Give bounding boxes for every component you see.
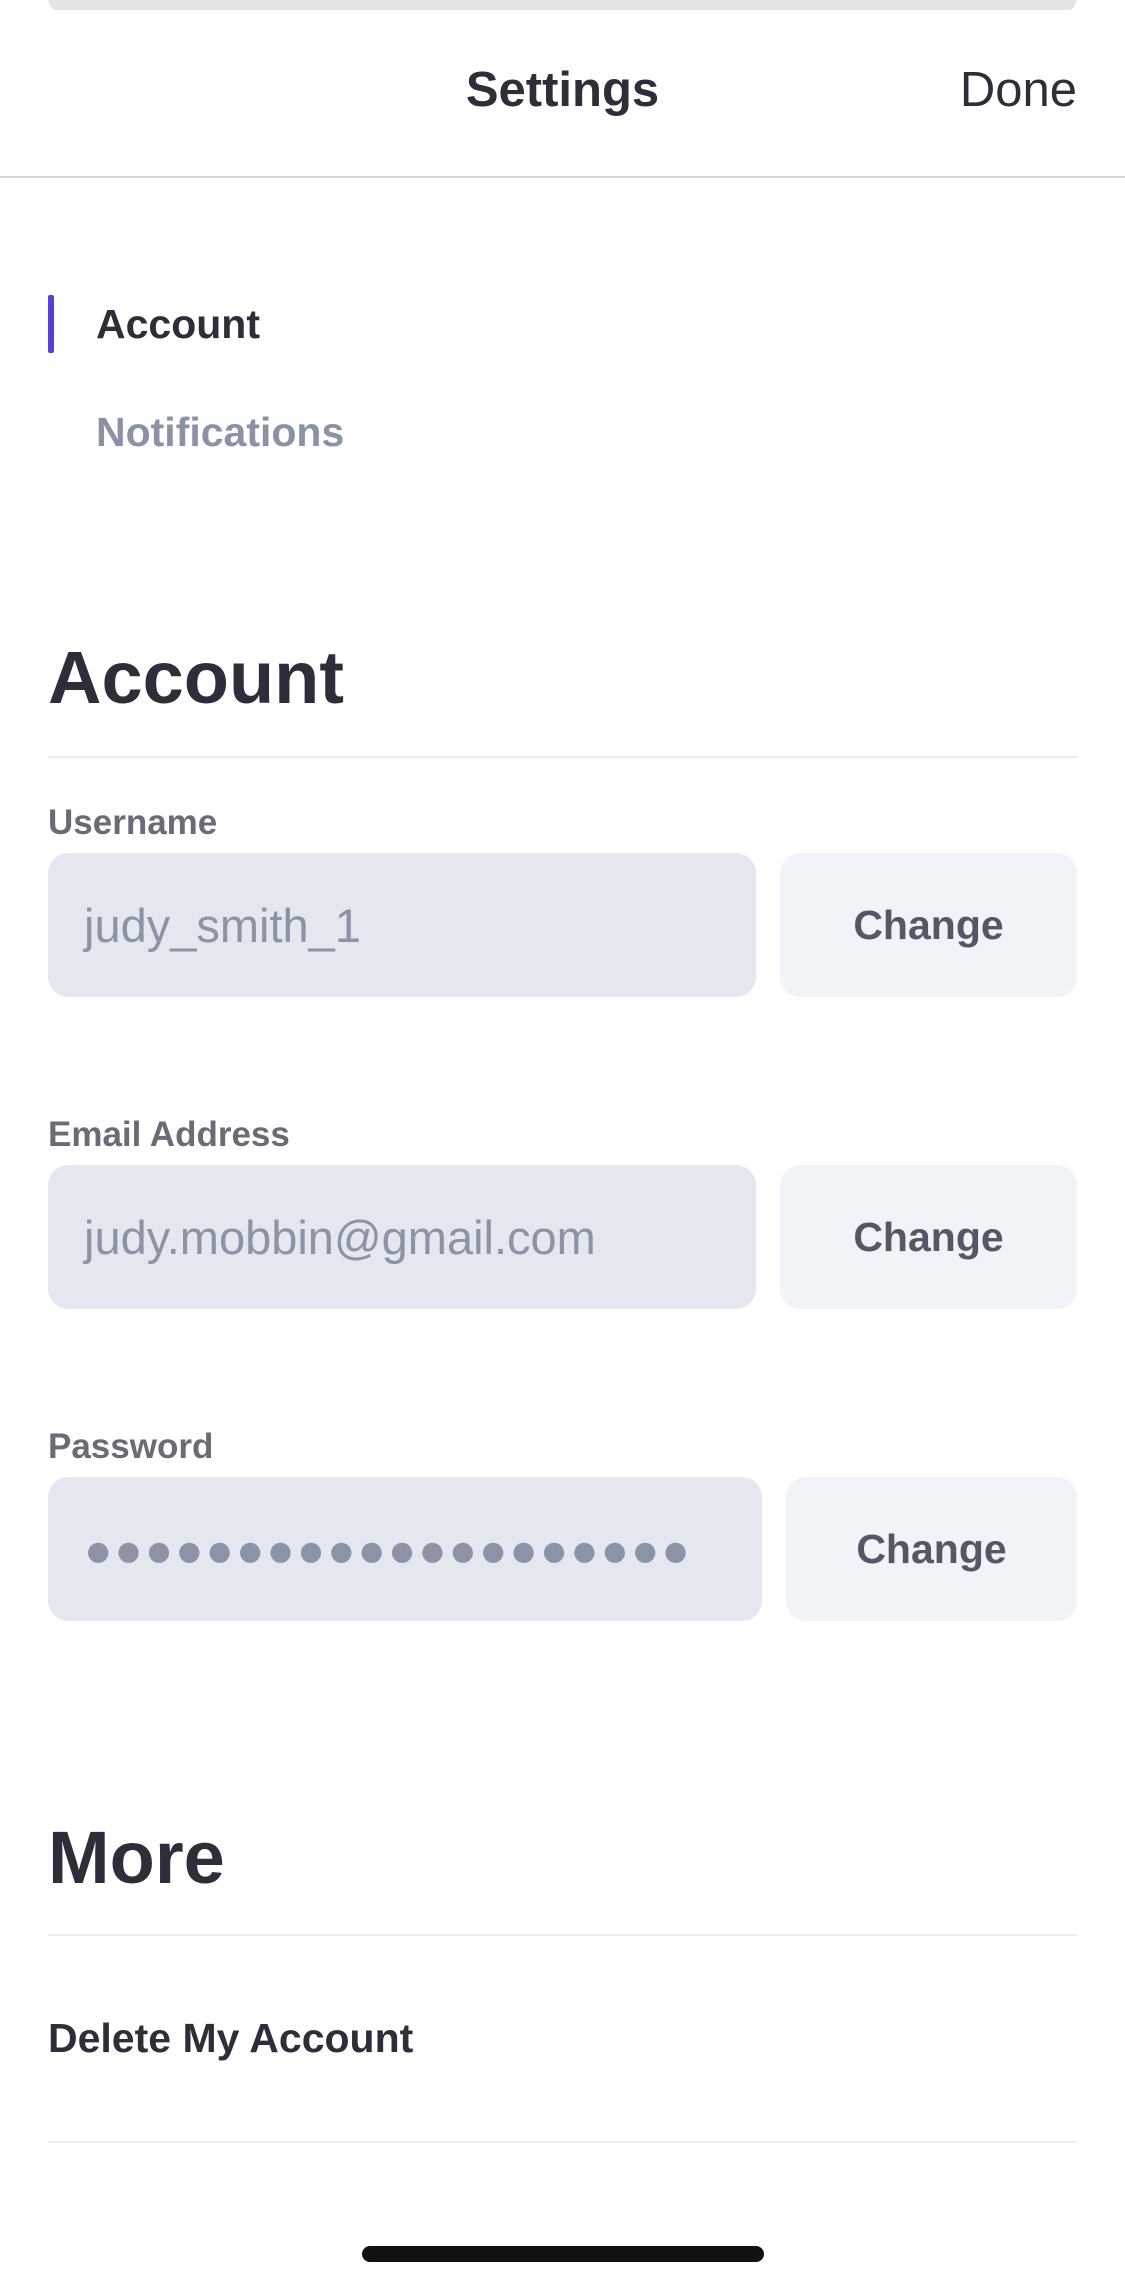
more-section-title: More <box>48 1816 225 1899</box>
password-label: Password <box>48 1427 214 1466</box>
page-title: Settings <box>465 63 660 117</box>
settings-sheet: Settings Done Account Notifications Acco… <box>0 10 1125 2284</box>
more-divider <box>48 1934 1077 1936</box>
change-password-button[interactable]: Change <box>786 1477 1077 1621</box>
email-field[interactable]: judy.mobbin@gmail.com <box>48 1165 756 1309</box>
change-username-button[interactable]: Change <box>780 853 1077 997</box>
settings-header: Settings Done <box>0 10 1125 178</box>
settings-nav: Account Notifications <box>48 295 548 511</box>
nav-item-account[interactable]: Account <box>48 295 548 353</box>
email-label: Email Address <box>48 1115 290 1154</box>
password-field[interactable]: ●●●●●●●●●●●●●●●●●●●● <box>48 1477 762 1621</box>
change-email-button[interactable]: Change <box>780 1165 1077 1309</box>
account-divider <box>48 756 1077 758</box>
delete-account-button[interactable]: Delete My Account <box>48 2015 413 2062</box>
username-field[interactable]: judy_smith_1 <box>48 853 756 997</box>
done-button[interactable]: Done <box>960 62 1077 118</box>
screen: Settings Done Account Notifications Acco… <box>0 0 1125 2284</box>
home-indicator <box>362 2246 764 2262</box>
nav-item-notifications[interactable]: Notifications <box>48 403 548 461</box>
bottom-divider <box>48 2141 1077 2143</box>
username-label: Username <box>48 803 218 842</box>
account-section-title: Account <box>48 636 344 719</box>
